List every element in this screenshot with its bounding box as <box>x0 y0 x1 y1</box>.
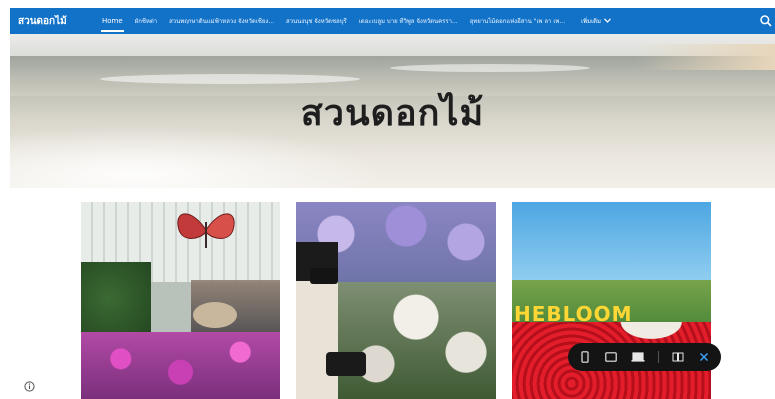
field-sky <box>512 202 711 280</box>
hero-wave <box>390 64 590 72</box>
close-icon[interactable] <box>698 350 711 364</box>
nav-item-home[interactable]: Home <box>96 8 129 34</box>
nav-more-menu[interactable]: เพิ่มเติม <box>581 16 611 26</box>
greenhouse-rock <box>193 302 237 328</box>
butterfly-sculpture <box>177 213 235 248</box>
camera-shape <box>326 352 366 376</box>
nav-more-label: เพิ่มเติม <box>581 18 601 25</box>
hero-title: สวนดอกไม้ <box>300 93 485 134</box>
hero-wave <box>100 74 360 84</box>
device-preview-bar <box>568 343 721 371</box>
book-icon[interactable] <box>671 350 684 364</box>
greenhouse-orchid-photo[interactable] <box>81 202 280 399</box>
nav-item-1[interactable]: ผักชีหต่า <box>129 8 163 34</box>
nav-item-5[interactable]: อุทยานไม้ดอกแห่งอีสาน "เพ ลา เพ... <box>464 8 571 34</box>
nav-item-3[interactable]: สวนนงนุช จังหวัดชลบุรี <box>280 8 353 34</box>
camera-shape <box>310 268 338 284</box>
info-icon[interactable] <box>24 377 35 392</box>
hydrangea-photo[interactable] <box>296 202 496 399</box>
phone-icon[interactable] <box>578 350 591 364</box>
nav-item-2[interactable]: สวนพฤกษาดินแม่ฟ้าหลวง จังหวัดเชียง... <box>163 8 280 34</box>
hero-banner: สวนดอกไม้ <box>10 34 775 188</box>
top-navbar: สวนดอกไม้ Home ผักชีหต่า สวนพฤกษาดินแม่ฟ… <box>10 8 775 34</box>
laptop-icon[interactable] <box>631 350 645 364</box>
search-icon[interactable] <box>759 13 773 27</box>
site-brand[interactable]: สวนดอกไม้ <box>10 14 96 29</box>
nav-links: Home ผักชีหต่า สวนพฤกษาดินแม่ฟ้าหลวง จัง… <box>96 8 571 34</box>
nav-item-4[interactable]: เดอะเบลูม บาย ทีวิพูล จังหวัดนครรา... <box>353 8 464 34</box>
chevron-down-icon <box>604 17 611 25</box>
tablet-icon[interactable] <box>604 350 617 364</box>
orchid-bed <box>81 332 280 399</box>
hero-sand <box>635 44 775 70</box>
device-bar-divider <box>657 351 659 363</box>
